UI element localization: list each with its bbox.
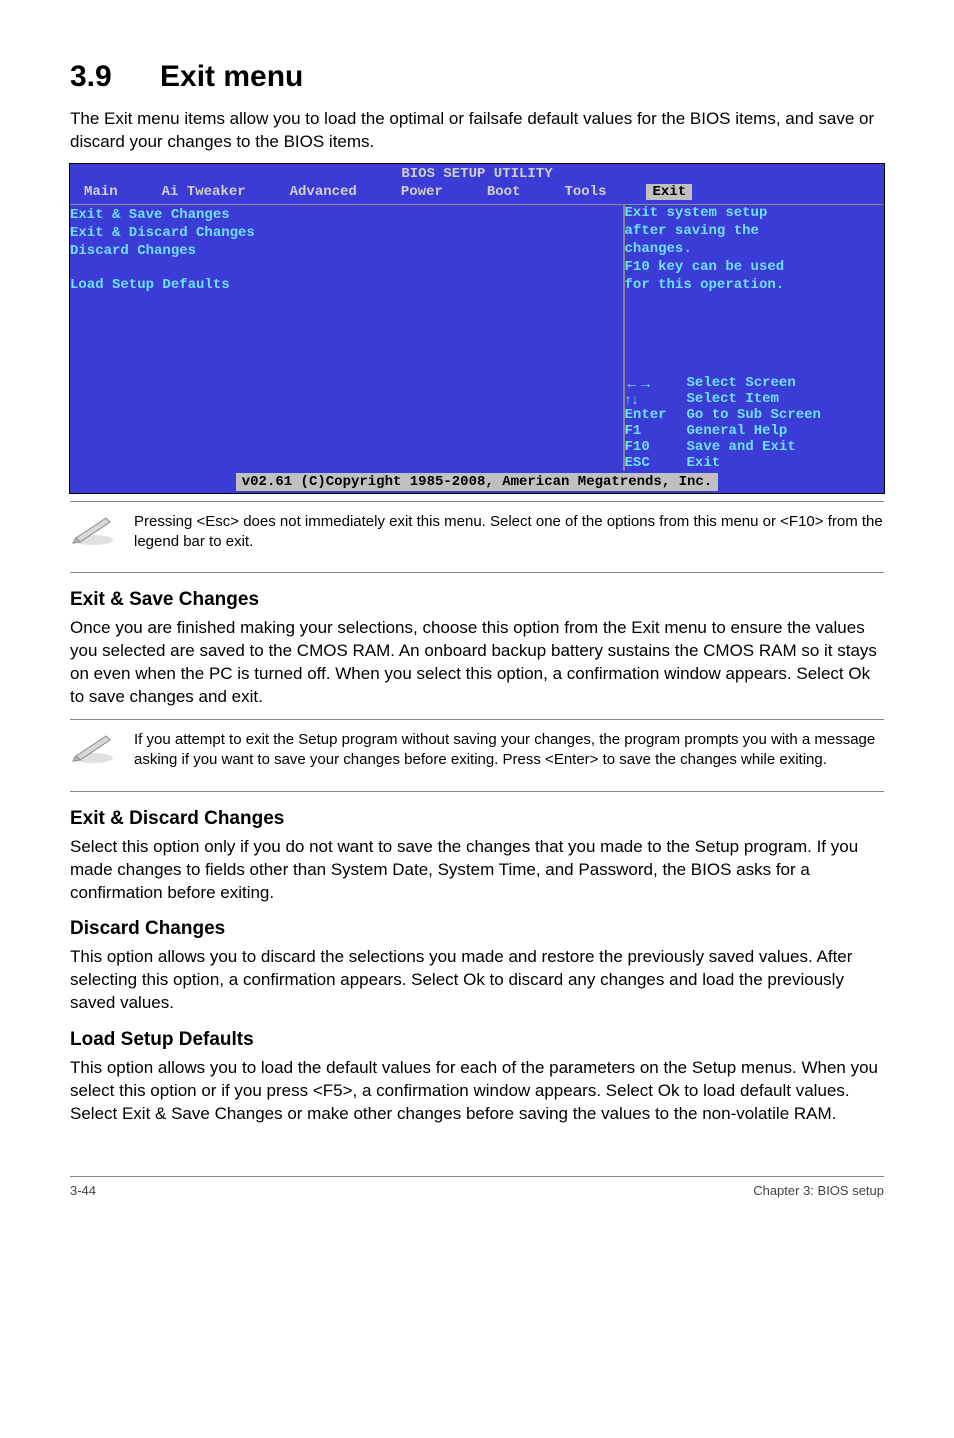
heading-exit-discard: Exit & Discard Changes xyxy=(70,808,884,830)
bios-item-discard: Discard Changes xyxy=(70,243,623,259)
note-1-text: Pressing <Esc> does not immediately exit… xyxy=(134,512,884,553)
bios-title: BIOS SETUP UTILITY xyxy=(70,164,884,182)
heading-exit-save: Exit & Save Changes xyxy=(70,589,884,611)
note-1: Pressing <Esc> does not immediately exit… xyxy=(70,512,884,553)
bios-nav-table: ←→Select Screen ↑↓Select Item EnterGo to… xyxy=(625,375,884,471)
help-line-2: after saving the xyxy=(625,223,884,239)
nav-key-ud: ↑↓ xyxy=(625,391,687,407)
tab-ai-tweaker: Ai Tweaker xyxy=(158,184,250,200)
chapter-label: Chapter 3: BIOS setup xyxy=(753,1183,884,1198)
help-line-1: Exit system setup xyxy=(625,205,884,221)
tab-exit: Exit xyxy=(646,184,692,200)
help2-line-2: for this operation. xyxy=(625,277,884,293)
nav-key-lr: ←→ xyxy=(625,375,687,391)
bios-item-load-defaults: Load Setup Defaults xyxy=(70,277,623,293)
nav-label-lr: Select Screen xyxy=(687,375,884,391)
bios-left-pane: Exit & Save Changes Exit & Discard Chang… xyxy=(70,204,624,471)
note-2: If you attempt to exit the Setup program… xyxy=(70,730,884,771)
bios-item-exit-save: Exit & Save Changes xyxy=(70,207,623,223)
nav-label-esc: Exit xyxy=(687,455,884,471)
bios-right-pane: Exit system setup after saving the chang… xyxy=(624,204,884,471)
pencil-icon xyxy=(70,730,116,769)
bios-footer: v02.61 (C)Copyright 1985-2008, American … xyxy=(70,471,884,493)
nav-key-f1: F1 xyxy=(625,423,687,439)
tab-main: Main xyxy=(80,184,122,200)
tab-boot: Boot xyxy=(483,184,525,200)
tab-advanced: Advanced xyxy=(286,184,361,200)
help2-line-1: F10 key can be used xyxy=(625,259,884,275)
bios-tab-bar: Main Ai Tweaker Advanced Power Boot Tool… xyxy=(70,182,884,204)
section-heading: Exit menu xyxy=(160,60,303,93)
page-number: 3-44 xyxy=(70,1183,96,1198)
para-discard: This option allows you to discard the se… xyxy=(70,946,884,1015)
nav-label-enter: Go to Sub Screen xyxy=(687,407,884,423)
para-defaults: This option allows you to load the defau… xyxy=(70,1057,884,1126)
nav-label-f10: Save and Exit xyxy=(687,439,884,455)
heading-defaults: Load Setup Defaults xyxy=(70,1029,884,1051)
note-2-text: If you attempt to exit the Setup program… xyxy=(134,730,884,771)
nav-label-ud: Select Item xyxy=(687,391,884,407)
para-exit-save: Once you are finished making your select… xyxy=(70,617,884,709)
tab-power: Power xyxy=(397,184,447,200)
page-footer: 3-44 Chapter 3: BIOS setup xyxy=(70,1176,884,1198)
bios-screenshot: BIOS SETUP UTILITY Main Ai Tweaker Advan… xyxy=(70,164,884,493)
para-exit-discard: Select this option only if you do not wa… xyxy=(70,836,884,905)
page-title: 3.9Exit menu xyxy=(70,60,884,94)
help-line-3: changes. xyxy=(625,241,884,257)
heading-discard: Discard Changes xyxy=(70,918,884,940)
bios-item-exit-discard: Exit & Discard Changes xyxy=(70,225,623,241)
bios-footer-text: v02.61 (C)Copyright 1985-2008, American … xyxy=(236,473,718,491)
nav-key-enter: Enter xyxy=(625,407,687,423)
tab-tools: Tools xyxy=(560,184,610,200)
pencil-icon xyxy=(70,512,116,551)
intro-paragraph: The Exit menu items allow you to load th… xyxy=(70,108,884,154)
nav-label-f1: General Help xyxy=(687,423,884,439)
nav-key-esc: ESC xyxy=(625,455,687,471)
section-number: 3.9 xyxy=(70,60,160,94)
nav-key-f10: F10 xyxy=(625,439,687,455)
